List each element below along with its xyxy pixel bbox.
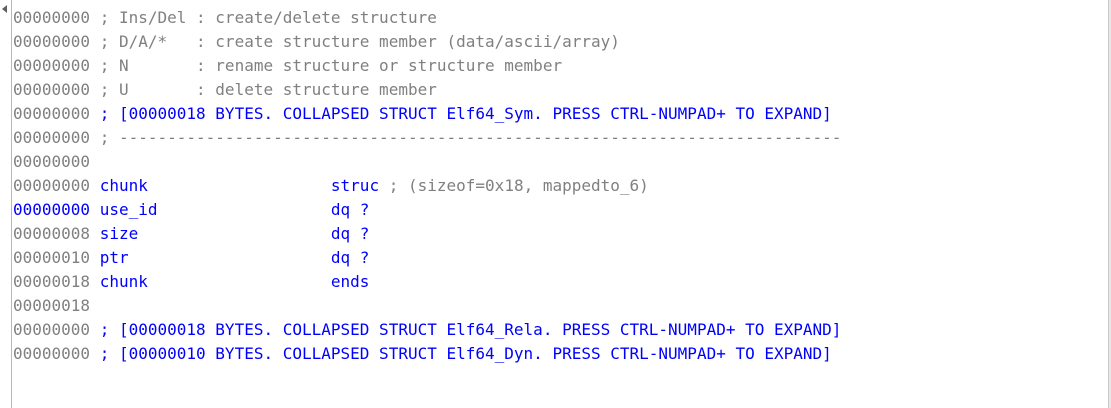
member-directive[interactable]: struc — [331, 176, 379, 195]
listing-line[interactable]: 00000000 ; N : rename structure or struc… — [13, 54, 1107, 78]
structures-view[interactable]: 00000000 ; Ins/Del : create/delete struc… — [0, 0, 1111, 408]
line-comment: ; --------------------------------------… — [99, 128, 842, 147]
member-name[interactable]: size — [100, 224, 139, 243]
line-address: 00000000 — [13, 104, 91, 123]
collapsed-struct-line[interactable]: ; [00000018 BYTES. COLLAPSED STRUCT Elf6… — [100, 104, 832, 123]
listing-line[interactable]: 00000000 ; [00000010 BYTES. COLLAPSED ST… — [13, 342, 1107, 366]
struct-size-comment: ; (sizeof=0x18, mappedto_6) — [388, 176, 649, 195]
member-name[interactable]: chunk — [100, 272, 148, 291]
listing-line[interactable]: 00000000 — [13, 150, 1107, 174]
member-directive[interactable]: ends — [331, 272, 370, 291]
line-comment: ; D/A/* : create structure member (data/… — [99, 32, 620, 51]
listing-line[interactable]: 00000000 ; D/A/* : create structure memb… — [13, 30, 1107, 54]
line-address: 00000000 — [13, 152, 91, 171]
listing-line[interactable]: 00000018 chunk ends — [13, 270, 1107, 294]
listing-line[interactable]: 00000000 use_id dq ? — [13, 198, 1107, 222]
member-name[interactable]: use_id — [100, 200, 158, 219]
line-address: 00000018 — [13, 272, 91, 291]
listing-line[interactable]: 00000000 ; Ins/Del : create/delete struc… — [13, 6, 1107, 30]
member-directive[interactable]: dq ? — [331, 248, 370, 267]
scroll-left-arrow-icon[interactable] — [2, 5, 7, 13]
listing-line[interactable]: 00000000 ; [00000018 BYTES. COLLAPSED ST… — [13, 102, 1107, 126]
line-comment: ; N : rename structure or structure memb… — [99, 56, 563, 75]
struct-name[interactable]: chunk — [100, 176, 148, 195]
collapsed-struct-line[interactable]: ; [00000010 BYTES. COLLAPSED STRUCT Elf6… — [100, 344, 832, 363]
line-address: 00000000 — [13, 200, 91, 219]
member-directive[interactable]: dq ? — [331, 200, 370, 219]
member-name[interactable]: ptr — [100, 248, 129, 267]
line-address: 00000010 — [13, 248, 91, 267]
listing-line[interactable]: 00000008 size dq ? — [13, 222, 1107, 246]
line-address: 00000000 — [13, 8, 91, 27]
line-address: 00000018 — [13, 296, 91, 315]
line-comment: ; Ins/Del : create/delete structure — [99, 8, 437, 27]
listing-line[interactable]: 00000018 — [13, 294, 1107, 318]
line-address: 00000008 — [13, 224, 91, 243]
listing-line[interactable]: 00000000 chunk struc ; (sizeof=0x18, map… — [13, 174, 1107, 198]
line-address: 00000000 — [13, 176, 91, 195]
listing-line[interactable]: 00000010 ptr dq ? — [13, 246, 1107, 270]
structure-listing[interactable]: 00000000 ; Ins/Del : create/delete struc… — [13, 6, 1107, 366]
collapsed-struct-line[interactable]: ; [00000018 BYTES. COLLAPSED STRUCT Elf6… — [100, 320, 842, 339]
listing-line[interactable]: 00000000 ; [00000018 BYTES. COLLAPSED ST… — [13, 318, 1107, 342]
line-address: 00000000 — [13, 80, 91, 99]
line-address: 00000000 — [13, 56, 91, 75]
line-address: 00000000 — [13, 344, 91, 363]
line-comment: ; U : delete structure member — [99, 80, 437, 99]
listing-line[interactable]: 00000000 ; -----------------------------… — [13, 126, 1107, 150]
listing-line[interactable]: 00000000 ; U : delete structure member — [13, 78, 1107, 102]
left-scroll-edge[interactable] — [0, 0, 12, 408]
member-directive[interactable]: dq ? — [331, 224, 370, 243]
line-address: 00000000 — [13, 128, 91, 147]
line-address: 00000000 — [13, 32, 91, 51]
line-address: 00000000 — [13, 320, 91, 339]
